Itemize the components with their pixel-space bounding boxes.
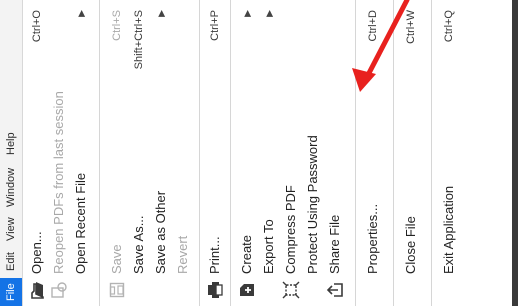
annotation-arrow-icon [352, 0, 410, 92]
arrow-shaft [365, 0, 410, 78]
